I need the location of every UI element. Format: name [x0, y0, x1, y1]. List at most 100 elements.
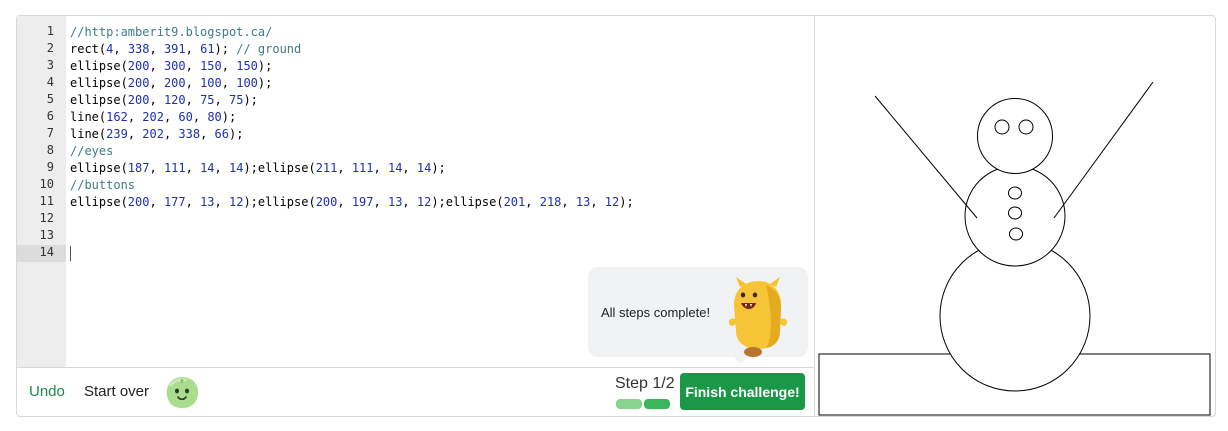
code-number: 391 [163, 42, 186, 56]
yellow-monster-mascot-icon [728, 277, 788, 357]
start-over-button[interactable]: Start over [84, 383, 149, 400]
code-number: 300 [163, 59, 186, 73]
code-line[interactable]: //buttons [70, 177, 135, 194]
code-line[interactable]: rect(4, 338, 391, 61); // ground [70, 41, 301, 58]
code-number: 239 [106, 127, 128, 141]
code-text: ); [619, 195, 634, 209]
code-text: , [185, 195, 201, 209]
code-line[interactable]: line(162, 202, 60, 80); [70, 109, 236, 126]
code-number: 197 [351, 195, 374, 209]
line-number: 2 [46, 41, 54, 55]
code-number: 200 [315, 195, 338, 209]
output-canvas [818, 81, 1211, 416]
code-number: 201 [503, 195, 526, 209]
code-number: 338 [127, 42, 150, 56]
code-text: , [113, 42, 128, 56]
line-number: 5 [46, 92, 54, 106]
code-line[interactable]: //eyes [70, 143, 113, 160]
code-line[interactable]: ellipse(200, 177, 13, 12);ellipse(200, 1… [70, 194, 634, 211]
code-text: , [149, 76, 164, 90]
code-number: 111 [351, 161, 374, 175]
line-number: 3 [46, 58, 54, 72]
code-number: 61 [200, 42, 215, 56]
completion-message: All steps complete! [601, 305, 711, 320]
left-eye [994, 119, 1010, 135]
code-number: 218 [539, 195, 562, 209]
left-arm [874, 95, 978, 219]
code-text: ); [257, 59, 273, 73]
code-number: 150 [236, 59, 258, 73]
code-number: 100 [236, 76, 258, 90]
code-text: , [402, 195, 417, 209]
code-text: ); [221, 110, 237, 124]
code-number: 177 [163, 195, 186, 209]
code-number: 200 [127, 59, 150, 73]
step-indicator: Step 1/2 [615, 375, 675, 392]
code-number: 66 [214, 127, 229, 141]
bubble-tail [733, 356, 749, 364]
completion-bubble: All steps complete! [588, 267, 808, 357]
code-number: 111 [163, 161, 186, 175]
code-number: 202 [142, 110, 164, 124]
line-number: 9 [46, 160, 54, 174]
code-text: , [214, 195, 229, 209]
code-number: 13 [575, 195, 591, 209]
undo-button[interactable]: Undo [29, 383, 65, 400]
code-line[interactable]: ellipse(200, 200, 100, 100); [70, 75, 272, 92]
code-text: , [149, 161, 164, 175]
code-number: 60 [178, 110, 193, 124]
code-text: , [163, 110, 179, 124]
code-number: 200 [127, 76, 150, 90]
code-text: , [127, 127, 143, 141]
step-progress-bar [616, 399, 670, 409]
button-top [1008, 186, 1022, 200]
code-text: line( [70, 110, 107, 124]
code-line[interactable]: //http:amberit9.blogspot.ca/ [70, 24, 272, 41]
code-line[interactable]: ellipse(187, 111, 14, 14);ellipse(211, 1… [70, 160, 446, 177]
code-text: ); [431, 161, 446, 175]
code-number: 100 [200, 76, 222, 90]
code-number: 12 [228, 195, 244, 209]
code-text: ellipse( [70, 161, 128, 175]
code-number: 13 [387, 195, 403, 209]
code-text: line( [70, 127, 107, 141]
code-text: , [525, 195, 540, 209]
code-text: ); [243, 93, 258, 107]
code-text: , [221, 59, 237, 73]
code-comment: //buttons [70, 178, 136, 192]
button-bottom [1009, 227, 1023, 241]
code-text: , [163, 127, 179, 141]
code-number: 211 [315, 161, 338, 175]
code-number: 14 [416, 161, 432, 175]
code-number: 162 [106, 110, 128, 124]
code-text: , [337, 195, 352, 209]
line-number: 14 [39, 245, 54, 259]
code-text: ellipse( [70, 93, 128, 107]
code-number: 12 [416, 195, 432, 209]
code-text: rect( [70, 42, 107, 56]
code-number: 187 [127, 161, 150, 175]
code-number: 150 [200, 59, 222, 73]
code-text: , [185, 161, 201, 175]
code-text: , [221, 76, 237, 90]
code-number: 338 [178, 127, 201, 141]
code-number: 75 [228, 93, 244, 107]
button-middle [1008, 206, 1022, 220]
code-line[interactable]: ellipse(200, 120, 75, 75); [70, 92, 258, 109]
line-number: 8 [46, 143, 54, 157]
code-text: , [185, 76, 201, 90]
code-number: 202 [142, 127, 164, 141]
code-text: ellipse( [70, 76, 128, 90]
code-text: ); [214, 42, 237, 56]
editor-toolbar: Undo Start over Step 1/2 Finish challeng… [17, 367, 814, 416]
code-text: ellipse( [70, 59, 128, 73]
code-text: , [200, 127, 215, 141]
code-number: 14 [200, 161, 215, 175]
code-line[interactable]: line(239, 202, 338, 66); [70, 126, 243, 143]
green-blob-avatar-icon [166, 377, 199, 408]
finish-challenge-button[interactable]: Finish challenge! [680, 373, 805, 410]
code-line[interactable]: ellipse(200, 300, 150, 150); [70, 58, 272, 75]
code-text: , [192, 110, 208, 124]
code-number: 14 [228, 161, 244, 175]
code-text: , [185, 59, 201, 73]
